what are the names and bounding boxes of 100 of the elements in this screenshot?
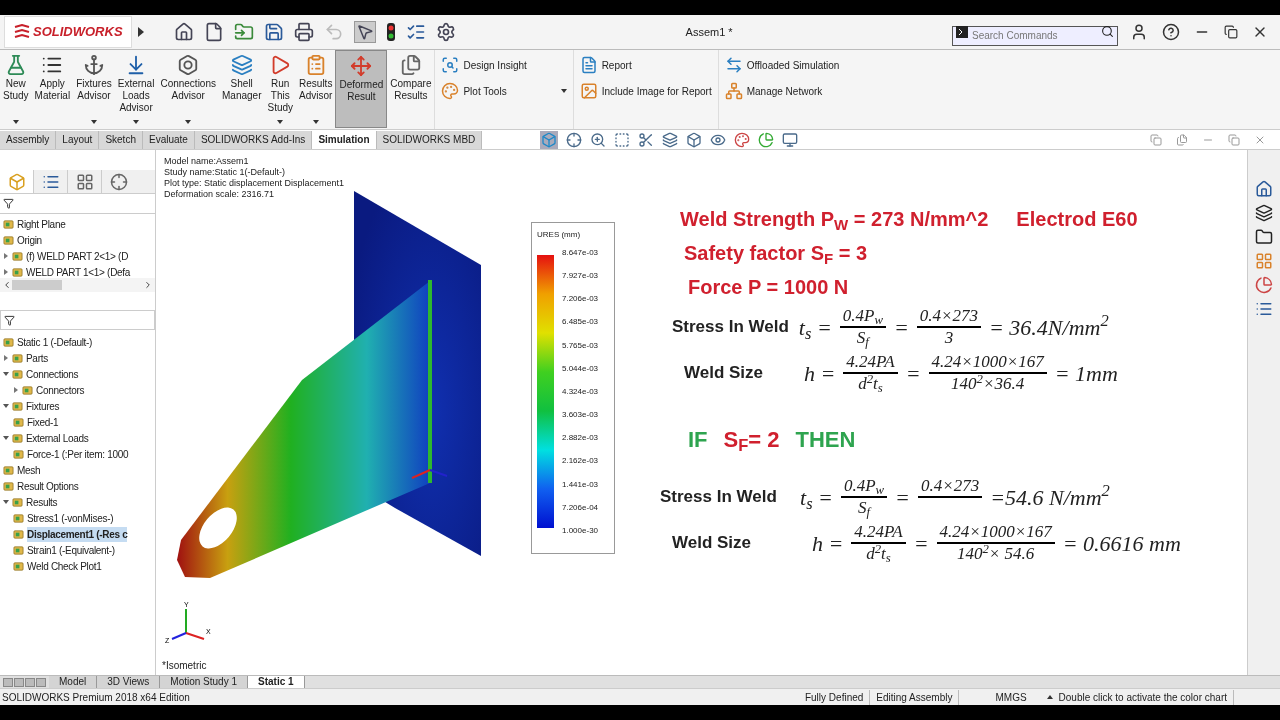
filter-field[interactable]: [0, 310, 155, 330]
ribbon-button[interactable]: Connections Advisor: [157, 50, 219, 128]
traffic-light-icon[interactable]: [385, 22, 396, 42]
crosshair-icon[interactable]: [566, 131, 583, 148]
ribbon-small-button[interactable]: Plot Tools: [441, 81, 567, 101]
ribbon-button[interactable]: Shell Manager: [219, 50, 265, 128]
bottom-tab[interactable]: Model: [49, 675, 98, 689]
caret-icon[interactable]: [3, 435, 9, 441]
zoom-area-icon[interactable]: [614, 131, 631, 148]
ribbon-button[interactable]: Run This Study: [264, 50, 297, 128]
caret-icon[interactable]: [90, 120, 97, 124]
command-tab[interactable]: Sketch: [99, 130, 143, 149]
tree-item[interactable]: Stress1 (-vonMises-): [27, 510, 114, 526]
ribbon-small-button[interactable]: Include Image for Report: [579, 81, 712, 101]
tree-item[interactable]: Mesh: [17, 462, 41, 478]
home-icon[interactable]: [1255, 180, 1273, 198]
caret-icon[interactable]: [277, 120, 284, 124]
bottom-tab[interactable]: Motion Study 1: [160, 675, 249, 689]
display-style-icon[interactable]: [686, 131, 703, 148]
properties-icon[interactable]: [1255, 300, 1273, 318]
ribbon-small-button[interactable]: Design Insight: [441, 55, 567, 75]
library-icon[interactable]: [1255, 204, 1273, 222]
ribbon-button[interactable]: External Loads Advisor: [114, 50, 158, 128]
command-tab[interactable]: Evaluate: [142, 130, 195, 149]
caret-icon[interactable]: [1046, 695, 1053, 699]
tree-item[interactable]: Weld Check Plot1: [27, 558, 102, 574]
select-button[interactable]: [353, 21, 376, 43]
tree-item[interactable]: Right Plane: [17, 216, 66, 232]
appearance-icon[interactable]: [1255, 276, 1273, 294]
tree-node-icon: [13, 544, 24, 556]
units-text[interactable]: MMGS: [989, 689, 1033, 705]
open-icon[interactable]: [233, 22, 254, 42]
caret-icon[interactable]: [12, 120, 19, 124]
command-tab[interactable]: Layout: [56, 130, 100, 149]
caret-icon[interactable]: [133, 120, 140, 124]
math-text: =: [905, 359, 921, 388]
tree-item[interactable]: External Loads: [26, 430, 89, 446]
math-text: = 36.4N/mm$^{2}$: [989, 310, 1109, 342]
folder-icon[interactable]: [1255, 228, 1273, 246]
settings-icon[interactable]: [435, 22, 456, 42]
ribbon-button[interactable]: Compare Results: [387, 50, 435, 128]
tree-item[interactable]: Fixtures: [26, 398, 60, 414]
layers-icon[interactable]: [662, 131, 679, 148]
command-tab[interactable]: SOLIDWORKS Add-Ins: [194, 130, 313, 149]
tree-item[interactable]: Connectors: [36, 382, 85, 398]
bottom-tab[interactable]: 3D Views: [97, 675, 161, 689]
search-field[interactable]: Search Commands: [952, 25, 1118, 46]
tree-item[interactable]: Origin: [17, 232, 42, 248]
ribbon-small-button[interactable]: Offloaded Simulation: [724, 55, 840, 75]
ribbon-small-button[interactable]: Manage Network: [724, 81, 840, 101]
search-icon[interactable]: [1101, 25, 1114, 38]
tile-icon[interactable]: [1150, 133, 1162, 146]
caret-icon[interactable]: [3, 499, 9, 505]
section-icon[interactable]: [638, 131, 655, 148]
view-button[interactable]: [540, 130, 559, 149]
ribbon-button[interactable]: Results Advisor: [296, 50, 336, 128]
caret-icon[interactable]: [3, 371, 9, 377]
scrollbar[interactable]: [0, 278, 155, 292]
tree-item[interactable]: Displacement1 (-Res c: [27, 526, 128, 542]
tree-item[interactable]: Parts: [26, 350, 48, 366]
scan-search-icon: [441, 56, 460, 74]
caret-icon[interactable]: [3, 403, 9, 409]
command-tab[interactable]: Assembly: [0, 130, 57, 149]
tree-item[interactable]: Results: [26, 494, 58, 510]
tree-node-icon: [3, 218, 14, 230]
expand-icon[interactable]: [137, 27, 144, 37]
home-icon[interactable]: [173, 22, 194, 42]
caret-icon[interactable]: [185, 120, 192, 124]
status-text: Double click to activate the color chart: [1052, 689, 1234, 705]
tree-item[interactable]: Strain1 (-Equivalent-): [27, 542, 115, 558]
ribbon-button[interactable]: New Study: [0, 50, 32, 128]
options-list-icon[interactable]: [405, 22, 426, 42]
ribbon-button[interactable]: Fixtures Advisor: [73, 50, 115, 128]
tree-item[interactable]: WELD PART 1<1> (Defa: [26, 264, 131, 278]
legend-panel[interactable]: URES (mm) 8.647e-03 7.927e-03 7.206e-03 6.485e-03 5.765e-03 5.044e-03 4.324e-03 3.603e-03 2.882e-03 2.162e-03 1.441e-03 7.206e-04 1.000e-30: [531, 222, 615, 554]
zoom-icon[interactable]: [590, 131, 607, 148]
monitor-icon[interactable]: [782, 131, 799, 148]
tree-item[interactable]: Fixed-1: [27, 414, 59, 430]
ribbon-button[interactable]: Deformed Result: [335, 50, 388, 128]
tree-item[interactable]: Static 1 (-Default-): [17, 334, 93, 350]
tree-item[interactable]: Force-1 (:Per item: 1000: [27, 446, 129, 462]
ribbon-small-button[interactable]: Report: [579, 55, 712, 75]
app-logo[interactable]: SOLIDWORKS: [4, 16, 132, 48]
appearance-icon[interactable]: [734, 131, 751, 148]
window-icon[interactable]: [1176, 133, 1188, 146]
tree-item[interactable]: Connections: [26, 366, 79, 382]
save-icon[interactable]: [263, 22, 284, 42]
help-icon[interactable]: [1162, 23, 1180, 41]
user-icon[interactable]: [1130, 23, 1148, 41]
view-palette-icon[interactable]: [1255, 252, 1273, 270]
caret-icon[interactable]: [312, 120, 319, 124]
restore-icon[interactable]: [1224, 25, 1238, 39]
tree-item[interactable]: Result Options: [17, 478, 79, 494]
ribbon-button[interactable]: Apply Material: [31, 50, 74, 128]
tree-item[interactable]: (f) WELD PART 2<1> (D: [26, 248, 129, 264]
command-tab[interactable]: SOLIDWORKS MBD: [376, 130, 483, 149]
print-icon[interactable]: [293, 22, 314, 42]
scene-icon[interactable]: [758, 131, 775, 148]
bottom-tab[interactable]: Static 1: [248, 675, 305, 689]
caret-icon[interactable]: [560, 89, 567, 93]
